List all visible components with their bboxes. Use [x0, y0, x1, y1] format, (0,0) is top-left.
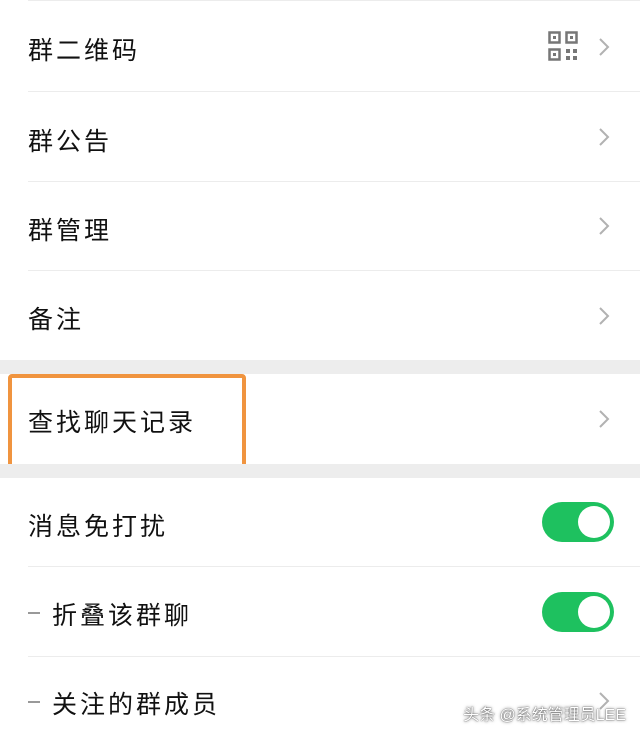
chevron-right-icon [599, 217, 610, 235]
chevron-right-icon [599, 410, 610, 428]
fold-toggle[interactable] [542, 592, 614, 632]
section-gap [0, 464, 640, 478]
menu-item-fold: 折叠该群聊 [0, 567, 640, 656]
toggle-knob [578, 596, 610, 628]
toggle-knob [578, 506, 610, 538]
indent-dash-icon [28, 701, 40, 703]
menu-item-label: 关注的群成员 [52, 690, 221, 719]
mute-toggle[interactable] [542, 502, 614, 542]
chevron-right-icon [599, 38, 610, 56]
menu-item-label: 群管理 [28, 216, 113, 245]
menu-item-label: 备注 [28, 305, 85, 334]
menu-item-label: 群公告 [28, 127, 113, 156]
menu-item-label: 消息免打扰 [28, 512, 169, 541]
menu-item-label: 折叠该群聊 [52, 601, 193, 630]
section-gap [0, 360, 640, 374]
chevron-right-icon [599, 128, 610, 146]
watermark: 头条 @系统管理员LEE [463, 707, 626, 724]
menu-item-followed-members[interactable]: 关注的群成员 [0, 657, 640, 737]
menu-item-management[interactable]: 群管理 [0, 182, 640, 270]
menu-item-label: 群二维码 [28, 36, 141, 65]
menu-item-mute: 消息免打扰 [0, 478, 640, 566]
chevron-right-icon [599, 307, 610, 325]
menu-item-qr-code[interactable]: 群二维码 [0, 1, 640, 91]
indent-dash-icon [28, 612, 40, 614]
qr-code-icon [548, 31, 578, 61]
menu-item-announcement[interactable]: 群公告 [0, 92, 640, 181]
highlight-box [8, 374, 246, 468]
menu-item-remark[interactable]: 备注 [0, 271, 640, 360]
